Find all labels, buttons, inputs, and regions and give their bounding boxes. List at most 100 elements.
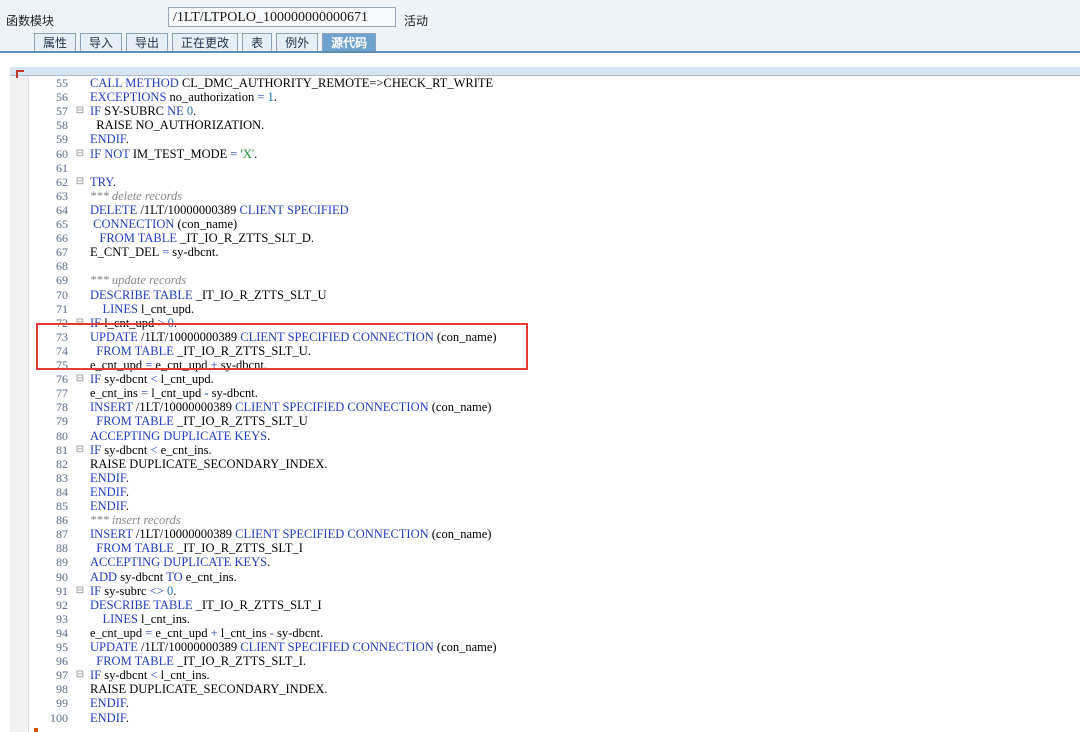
- code-line[interactable]: 86 *** insert records: [28, 513, 1078, 527]
- module-name-field[interactable]: /1LT/LTPOLO_100000000000671: [168, 7, 396, 27]
- code-token: *** delete records: [90, 188, 183, 203]
- code-token: CLIENT SPECIFIED: [239, 202, 349, 217]
- code-text: EXCEPTIONS no_authorization = 1.: [90, 90, 277, 104]
- line-number: 71: [56, 301, 68, 316]
- fold-toggle-icon[interactable]: ⊟: [74, 443, 86, 457]
- code-line[interactable]: 56 EXCEPTIONS no_authorization = 1.: [28, 90, 1078, 104]
- code-line[interactable]: 57 ⊟ IF SY-SUBRC NE 0.: [28, 104, 1078, 118]
- code-line[interactable]: 91 ⊟ IF sy-subrc <> 0.: [28, 584, 1078, 598]
- code-line[interactable]: 66 FROM TABLE _IT_IO_R_ZTTS_SLT_D.: [28, 231, 1078, 245]
- code-token: DESCRIBE TABLE: [90, 597, 196, 612]
- code-line[interactable]: 78 INSERT /1LT/10000000389 CLIENT SPECIFI…: [28, 400, 1078, 414]
- code-text: RAISE DUPLICATE_SECONDARY_INDEX.: [90, 682, 328, 696]
- fold-toggle-icon[interactable]: ⊟: [74, 372, 86, 386]
- code-line[interactable]: 67 E_CNT_DEL = sy-dbcnt.: [28, 245, 1078, 259]
- code-line[interactable]: 58 RAISE NO_AUTHORIZATION.: [28, 118, 1078, 132]
- code-line[interactable]: 89 ACCEPTING DUPLICATE KEYS.: [28, 555, 1078, 569]
- code-text: INSERT /1LT/10000000389 CLIENT SPECIFIED…: [90, 527, 491, 541]
- code-text: IF NOT IM_TEST_MODE = 'X'.: [90, 147, 257, 161]
- code-line[interactable]: 77 e_cnt_ins = l_cnt_upd - sy-dbcnt.: [28, 386, 1078, 400]
- code-line[interactable]: 94 e_cnt_upd = e_cnt_upd + l_cnt_ins - sy…: [28, 626, 1078, 640]
- code-token: sy-dbcnt.: [277, 625, 324, 640]
- code-token: ENDIF: [90, 470, 126, 485]
- code-line[interactable]: 95 UPDATE /1LT/10000000389 CLIENT SPECIFI…: [28, 640, 1078, 654]
- fold-toggle-icon[interactable]: ⊟: [74, 175, 86, 189]
- code-line[interactable]: 79 FROM TABLE _IT_IO_R_ZTTS_SLT_U: [28, 414, 1078, 428]
- code-line[interactable]: 90 ADD sy-dbcnt TO e_cnt_ins.: [28, 570, 1078, 584]
- code-token: sy-dbcnt: [104, 442, 151, 457]
- code-token: l_cnt_ins.: [141, 611, 191, 626]
- code-text: DELETE /1LT/10000000389 CLIENT SPECIFIED: [90, 203, 349, 217]
- code-line[interactable]: 81 ⊟ IF sy-dbcnt < e_cnt_ins.: [28, 443, 1078, 457]
- code-line[interactable]: 61: [28, 161, 1078, 175]
- line-number: 85: [56, 499, 68, 513]
- tab-1[interactable]: 导入: [80, 33, 123, 52]
- line-number: 58: [56, 118, 68, 133]
- code-line[interactable]: 62 ⊟ TRY.: [28, 175, 1078, 189]
- tab-2[interactable]: 导出: [126, 33, 169, 52]
- fold-toggle-icon[interactable]: ⊟: [74, 147, 86, 161]
- fold-toggle-icon[interactable]: ⊟: [74, 668, 86, 682]
- tab-3[interactable]: 正在更改: [172, 33, 239, 52]
- code-line[interactable]: 88 FROM TABLE _IT_IO_R_ZTTS_SLT_I: [28, 541, 1078, 555]
- code-line[interactable]: 93 LINES l_cnt_ins.: [28, 612, 1078, 626]
- code-token: ENDIF: [90, 499, 126, 513]
- code-line[interactable]: 70 DESCRIBE TABLE _IT_IO_R_ZTTS_SLT_U: [28, 288, 1078, 302]
- tab-4[interactable]: 表: [242, 33, 273, 52]
- code-token: INSERT: [90, 400, 136, 415]
- code-token: IF: [90, 668, 105, 683]
- code-text: *** update records: [90, 273, 186, 287]
- line-number: 69: [56, 273, 68, 288]
- code-token: <: [150, 442, 161, 457]
- line-number: 90: [56, 569, 68, 584]
- code-line[interactable]: 76 ⊟ IF sy-dbcnt < l_cnt_upd.: [28, 372, 1078, 386]
- fold-toggle-icon[interactable]: ⊟: [74, 104, 86, 118]
- line-number: 84: [56, 484, 68, 499]
- code-line[interactable]: 64 DELETE /1LT/10000000389 CLIENT SPECIFI…: [28, 203, 1078, 217]
- code-line[interactable]: 63 *** delete records: [28, 189, 1078, 203]
- code-line[interactable]: 84 ENDIF.: [28, 485, 1078, 499]
- code-line[interactable]: 96 FROM TABLE _IT_IO_R_ZTTS_SLT_I.: [28, 654, 1078, 668]
- code-line[interactable]: 87 INSERT /1LT/10000000389 CLIENT SPECIFI…: [28, 527, 1078, 541]
- code-line[interactable]: 60 ⊟ IF NOT IM_TEST_MODE = 'X'.: [28, 147, 1078, 161]
- code-token: *** update records: [90, 273, 187, 288]
- tab-0[interactable]: 属性: [34, 33, 77, 52]
- code-token: _IT_IO_R_ZTTS_SLT_U: [176, 414, 308, 429]
- code-token: +: [210, 625, 221, 640]
- line-number: 61: [56, 160, 68, 175]
- tab-6[interactable]: 源代码: [322, 33, 377, 52]
- fold-toggle-icon[interactable]: ⊟: [74, 584, 86, 598]
- code-line[interactable]: 98 RAISE DUPLICATE_SECONDARY_INDEX.: [28, 682, 1078, 696]
- code-line[interactable]: 92 DESCRIBE TABLE _IT_IO_R_ZTTS_SLT_I: [28, 598, 1078, 612]
- tab-5[interactable]: 例外: [276, 33, 319, 52]
- code-text: RAISE DUPLICATE_SECONDARY_INDEX.: [90, 457, 328, 471]
- line-number: 99: [56, 696, 68, 711]
- code-line[interactable]: 80 ACCEPTING DUPLICATE KEYS.: [28, 429, 1078, 443]
- code-token: =: [145, 625, 156, 640]
- code-line[interactable]: 55 CALL METHOD CL_DMC_AUTHORITY_REMOTE=>C…: [28, 76, 1078, 90]
- code-line[interactable]: 68: [28, 259, 1078, 273]
- code-token: <>: [149, 583, 167, 598]
- code-token: .: [273, 90, 277, 105]
- line-number: 81: [56, 442, 68, 457]
- code-token: IF: [90, 372, 105, 387]
- line-number: 97: [56, 668, 68, 683]
- code-token: E_CNT_DEL: [90, 245, 163, 260]
- code-line[interactable]: 59 ENDIF.: [28, 132, 1078, 146]
- line-number: 82: [56, 456, 68, 471]
- code-token: l_cnt_upd: [151, 386, 205, 401]
- code-line[interactable]: 97 ⊟ IF sy-dbcnt < l_cnt_ins.: [28, 668, 1078, 682]
- code-token: NE: [167, 104, 187, 119]
- code-line[interactable]: 85 ENDIF.: [28, 499, 1078, 513]
- code-line[interactable]: 83 ENDIF.: [28, 471, 1078, 485]
- code-line[interactable]: 71 LINES l_cnt_upd.: [28, 302, 1078, 316]
- code-token: l_cnt_upd.: [141, 301, 195, 316]
- code-line[interactable]: 82 RAISE DUPLICATE_SECONDARY_INDEX.: [28, 457, 1078, 471]
- code-line[interactable]: 99 ENDIF.: [28, 696, 1078, 710]
- breakpoint-marker-icon: [34, 728, 38, 732]
- code-line[interactable]: 65 CONNECTION (con_name): [28, 217, 1078, 231]
- code-line[interactable]: 100 ENDIF.: [28, 711, 1078, 725]
- code-line[interactable]: 69 *** update records: [28, 273, 1078, 287]
- code-text: IF SY-SUBRC NE 0.: [90, 104, 196, 118]
- code-text: DESCRIBE TABLE _IT_IO_R_ZTTS_SLT_U: [90, 288, 327, 302]
